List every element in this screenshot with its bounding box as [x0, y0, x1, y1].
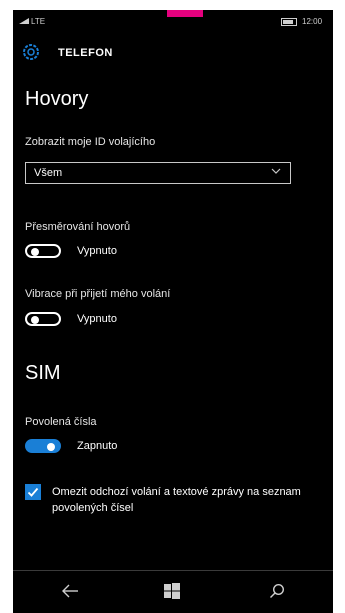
restrict-label: Omezit odchozí volání a textové zprávy n… [52, 486, 301, 514]
nav-bar [13, 570, 333, 613]
vibrate-state: Vypnuto [77, 313, 117, 325]
fixed-numbers-state: Zapnuto [77, 440, 118, 452]
toggle-knob [31, 316, 39, 324]
caller-id-select[interactable]: Všem [25, 162, 291, 184]
caller-id-label: Zobrazit moje ID volajícího [25, 136, 156, 148]
app-bar: TELEFON [13, 34, 333, 72]
vibrate-label: Vibrace při přijetí mého volání [25, 288, 171, 300]
search-icon[interactable] [269, 583, 285, 599]
caller-id-value: Všem [34, 167, 63, 179]
calls-heading: Hovory [25, 88, 89, 110]
restrict-checkbox[interactable] [25, 484, 41, 500]
forwarding-label: Přesměrování hovorů [25, 221, 131, 233]
network-type: LTE [31, 17, 46, 26]
battery-icon [281, 18, 297, 26]
sim-heading: SIM [25, 362, 61, 384]
signal-icon [19, 18, 29, 24]
checkmark-icon [27, 487, 39, 497]
status-time: 12:00 [302, 17, 323, 26]
windows-icon[interactable] [164, 583, 180, 599]
vibrate-toggle[interactable] [25, 312, 61, 326]
phone-screen: LTE 12:00 TELEFON Hovory Zobrazit moje I… [13, 10, 333, 613]
fixed-numbers-label: Povolená čísla [25, 416, 97, 428]
fixed-numbers-toggle[interactable] [25, 439, 61, 453]
app-title: TELEFON [58, 47, 113, 59]
back-icon[interactable] [61, 583, 79, 599]
chevron-down-icon [271, 168, 281, 174]
gear-icon [23, 44, 39, 60]
toggle-knob [31, 248, 39, 256]
toggle-knob [47, 443, 55, 451]
forwarding-toggle[interactable] [25, 244, 61, 258]
forwarding-state: Vypnuto [77, 245, 117, 257]
status-bar: LTE 12:00 [13, 10, 333, 34]
